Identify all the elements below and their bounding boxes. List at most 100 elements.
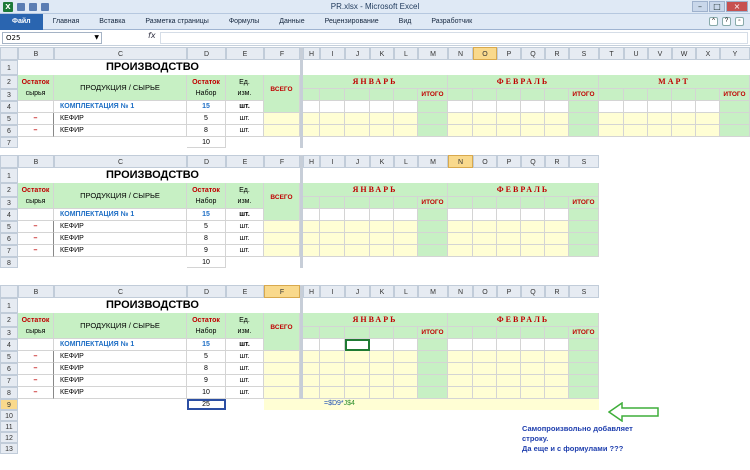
cell[interactable] — [394, 221, 418, 233]
cell[interactable] — [473, 363, 497, 375]
cell[interactable] — [370, 233, 394, 245]
column-header-C[interactable]: C — [54, 47, 187, 60]
cell[interactable] — [303, 245, 320, 257]
cell[interactable] — [599, 113, 624, 125]
cell[interactable] — [473, 197, 497, 209]
cell[interactable] — [394, 363, 418, 375]
cell[interactable] — [473, 327, 497, 339]
row-header[interactable]: 12 — [0, 432, 18, 443]
column-header-W[interactable]: W — [672, 47, 696, 60]
cell[interactable] — [370, 375, 394, 387]
row-header[interactable]: 5 — [0, 351, 18, 363]
name-box[interactable]: O25 ▼ — [2, 32, 102, 44]
column-header-O[interactable]: O — [473, 47, 497, 60]
cell[interactable] — [448, 387, 473, 399]
cell[interactable] — [320, 209, 345, 221]
cell[interactable] — [599, 89, 624, 101]
column-header-C[interactable]: C — [54, 155, 187, 168]
cell[interactable] — [320, 113, 345, 125]
column-header-B[interactable]: B — [18, 47, 54, 60]
row-header[interactable]: 2 — [0, 183, 18, 197]
cell[interactable] — [320, 387, 345, 399]
column-header-J[interactable]: J — [345, 47, 370, 60]
cell[interactable] — [418, 245, 448, 257]
tab-page-layout[interactable]: Разметка страницы — [135, 18, 219, 25]
cell[interactable] — [394, 375, 418, 387]
column-header-J[interactable]: J — [345, 155, 370, 168]
cell[interactable] — [545, 339, 569, 351]
cell[interactable] — [521, 339, 545, 351]
cell[interactable] — [418, 233, 448, 245]
cell[interactable] — [648, 101, 672, 113]
column-header-S[interactable]: S — [569, 155, 599, 168]
cell[interactable] — [545, 375, 569, 387]
column-header-E[interactable]: E — [226, 285, 264, 298]
cell[interactable] — [545, 197, 569, 209]
row-header[interactable]: 6 — [0, 125, 18, 137]
cell[interactable] — [545, 209, 569, 221]
row-header[interactable]: 5 — [0, 113, 18, 125]
cell[interactable] — [473, 351, 497, 363]
cell[interactable] — [569, 113, 599, 125]
tab-formulas[interactable]: Формулы — [219, 18, 269, 25]
cell[interactable] — [320, 363, 345, 375]
cell[interactable] — [497, 363, 521, 375]
cell[interactable] — [473, 125, 497, 137]
cell[interactable] — [303, 387, 320, 399]
cell[interactable] — [473, 339, 497, 351]
cell[interactable] — [320, 125, 345, 137]
column-header-O[interactable]: O — [473, 155, 497, 168]
cell[interactable] — [345, 125, 370, 137]
total-cell-selection[interactable] — [187, 399, 226, 410]
cell[interactable] — [448, 89, 473, 101]
column-header-P[interactable]: P — [497, 155, 521, 168]
cell[interactable] — [345, 233, 370, 245]
column-header-L[interactable]: L — [394, 155, 418, 168]
cell[interactable] — [473, 89, 497, 101]
cell[interactable] — [497, 327, 521, 339]
row-header[interactable]: 13 — [0, 443, 18, 454]
formula-in-cell[interactable]: =$D9*J$4 — [324, 400, 355, 407]
tab-review[interactable]: Рецензирование — [315, 18, 389, 25]
cell[interactable] — [569, 351, 599, 363]
formula-input[interactable] — [160, 32, 748, 44]
cell[interactable] — [521, 351, 545, 363]
cell[interactable] — [497, 245, 521, 257]
column-header-L[interactable]: L — [394, 285, 418, 298]
cell[interactable] — [473, 101, 497, 113]
cell[interactable] — [672, 89, 696, 101]
column-header-H[interactable]: H — [303, 285, 320, 298]
cell[interactable] — [569, 387, 599, 399]
row-header[interactable]: 7 — [0, 245, 18, 257]
cell[interactable] — [345, 221, 370, 233]
column-header-T[interactable]: T — [599, 47, 624, 60]
column-header-F[interactable]: F — [264, 155, 300, 168]
cell[interactable] — [448, 327, 473, 339]
cell[interactable] — [624, 113, 648, 125]
cell[interactable] — [264, 113, 300, 125]
cell[interactable] — [473, 387, 497, 399]
column-header-K[interactable]: K — [370, 155, 394, 168]
column-header-D[interactable]: D — [187, 47, 226, 60]
cell[interactable] — [448, 209, 473, 221]
cell[interactable] — [418, 363, 448, 375]
cell[interactable] — [370, 197, 394, 209]
cell[interactable] — [370, 339, 394, 351]
cell[interactable] — [264, 125, 300, 137]
cell[interactable] — [720, 101, 750, 113]
cell[interactable] — [696, 113, 720, 125]
cell[interactable] — [521, 363, 545, 375]
cell[interactable] — [696, 125, 720, 137]
tab-file[interactable]: Файл — [0, 13, 43, 30]
cell[interactable] — [370, 327, 394, 339]
cell[interactable] — [345, 101, 370, 113]
column-header-K[interactable]: K — [370, 285, 394, 298]
cell[interactable] — [648, 89, 672, 101]
column-header-I[interactable]: I — [320, 285, 345, 298]
column-header-O[interactable]: O — [473, 285, 497, 298]
function-icon[interactable]: fx — [148, 31, 156, 40]
cell[interactable] — [497, 221, 521, 233]
cell[interactable] — [370, 387, 394, 399]
cell[interactable] — [264, 375, 300, 387]
cell[interactable] — [545, 101, 569, 113]
